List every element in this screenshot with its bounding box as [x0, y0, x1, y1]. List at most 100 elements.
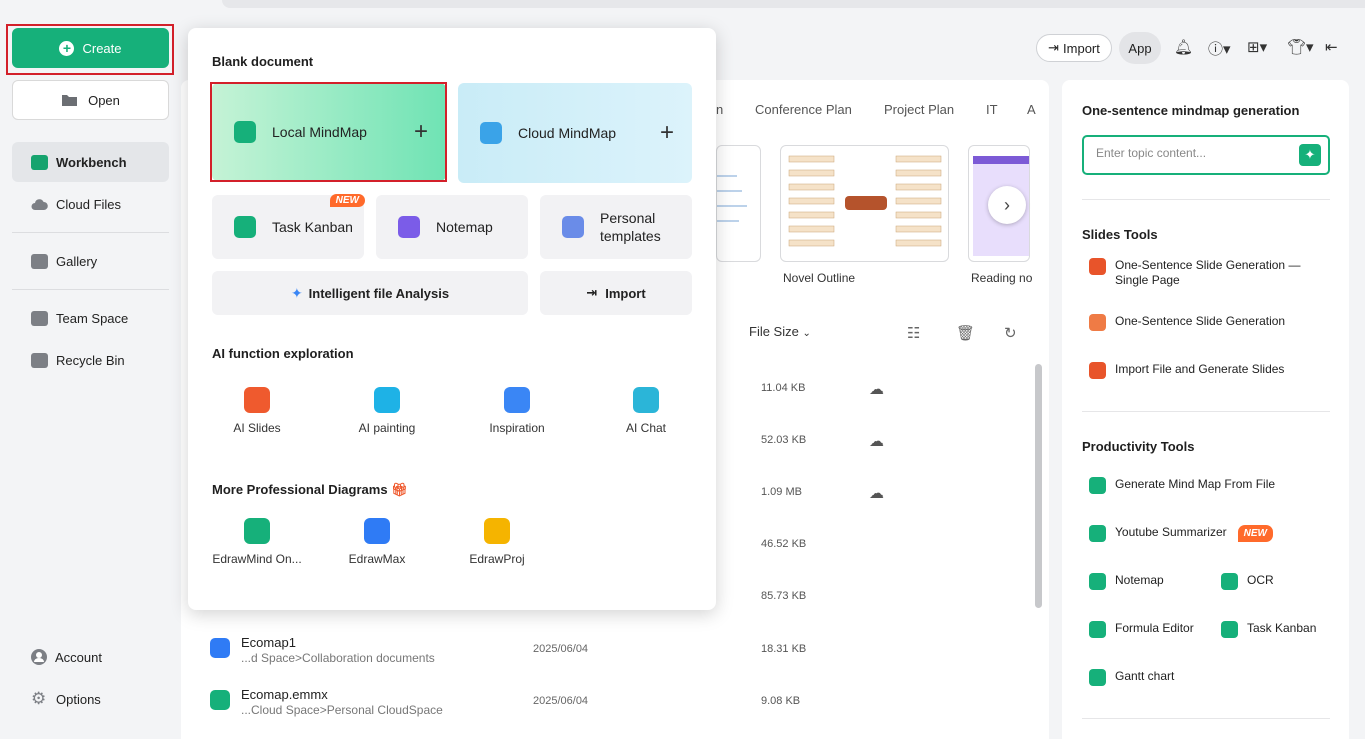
edrawmax-item[interactable]: EdrawMax [332, 518, 422, 566]
template-tab-it[interactable]: IT [986, 102, 998, 117]
tool-gantt-chart[interactable]: Gantt chart [1089, 669, 1174, 686]
refresh-icon[interactable]: ↻ [1004, 324, 1017, 342]
sparkle-generate-icon[interactable]: ✦ [1299, 144, 1321, 166]
list-view-icon[interactable]: ☷ [907, 324, 920, 342]
template-tab-conference-plan[interactable]: Conference Plan [755, 102, 852, 117]
kanban-icon [1221, 621, 1238, 638]
sidebar-item-recycle-bin[interactable]: Recycle Bin [12, 340, 169, 380]
file-date: 2025/06/04 [533, 643, 589, 655]
create-label: Create [82, 40, 122, 56]
header-import-label: Import [1063, 40, 1100, 56]
topic-input-box[interactable]: ✦ [1082, 135, 1330, 175]
personal-templates-card[interactable]: Personal templates [540, 195, 692, 259]
template-card-novel-outline[interactable] [780, 145, 949, 262]
tool-ocr[interactable]: OCR [1221, 573, 1274, 590]
trash-icon[interactable]: 🗑︎ [956, 324, 975, 342]
import-slides-icon [1089, 362, 1106, 379]
cloud-upload-icon[interactable]: ☁︎ [869, 484, 884, 502]
menu-import-button[interactable]: ⇥ Import [540, 271, 692, 315]
template-tab-more[interactable]: A [1027, 102, 1036, 117]
ai-painting-item[interactable]: AI painting [342, 387, 432, 435]
inspiration-icon [504, 387, 530, 413]
recycle-bin-icon [31, 352, 48, 368]
sidebar-item-cloud-files[interactable]: Cloud Files [12, 184, 169, 224]
inspiration-item[interactable]: Inspiration [472, 387, 562, 435]
sidebar-item-options[interactable]: ⚙ Options [12, 679, 169, 719]
sidebar-item-gallery[interactable]: Gallery [12, 241, 169, 281]
cloud-mindmap-icon [480, 122, 502, 144]
chevron-down-icon: ⌄ [802, 328, 811, 339]
ai-painting-icon [374, 387, 400, 413]
edrawmax-icon [364, 518, 390, 544]
template-tab[interactable]: n [716, 102, 723, 117]
collapse-panel-icon[interactable]: ⇤ [1325, 38, 1338, 56]
cloud-mindmap-card[interactable]: Cloud MindMap + [458, 83, 692, 183]
header-app-button[interactable]: App [1119, 32, 1161, 64]
sidebar-item-account[interactable]: Account [12, 637, 169, 677]
help-icon[interactable]: ⓘ▾ [1208, 38, 1231, 59]
tool-label: Gantt chart [1115, 669, 1175, 683]
sidebar-item-workbench[interactable]: Workbench [12, 142, 169, 182]
bell-icon[interactable]: 🔔︎ [1174, 38, 1193, 56]
tool-label: Formula Editor [1115, 621, 1194, 635]
file-path: ...Cloud Space>Personal CloudSpace [241, 703, 443, 717]
tool-import-generate-slides[interactable]: Import File and Generate Slides [1089, 362, 1284, 379]
template-tab-project-plan[interactable]: Project Plan [884, 102, 954, 117]
topic-input[interactable] [1096, 146, 1286, 160]
edrawproj-icon [484, 518, 510, 544]
chevron-right-icon[interactable]: › [988, 186, 1026, 224]
gantt-icon [1089, 669, 1106, 686]
open-label: Open [88, 92, 120, 108]
intelligent-file-analysis-button[interactable]: ✦ Intelligent file Analysis [212, 271, 528, 315]
tool-slide-single-page[interactable]: One-Sentence Slide Generation — Single P… [1089, 258, 1309, 288]
pro-item-label: EdrawMind On... [212, 552, 302, 566]
create-button[interactable]: + Create [12, 28, 169, 68]
open-button[interactable]: Open [12, 80, 169, 120]
tool-label: OCR [1247, 573, 1274, 587]
tool-generate-mindmap-from-file[interactable]: Generate Mind Map From File [1089, 477, 1275, 494]
ai-item-label: AI Slides [233, 421, 281, 435]
shirt-icon[interactable]: 👕︎▾ [1287, 38, 1314, 56]
cloud-upload-icon[interactable]: ☁︎ [869, 380, 884, 398]
sidebar-item-label: Workbench [56, 154, 127, 170]
template-card-thumbnail[interactable] [716, 145, 761, 262]
mindmap-generation-title: One-sentence mindmap generation [1082, 103, 1300, 118]
apps-grid-icon[interactable]: ⊞▾ [1247, 38, 1267, 56]
tool-notemap[interactable]: Notemap [1089, 573, 1164, 590]
tool-task-kanban[interactable]: Task Kanban [1221, 621, 1316, 638]
formula-icon [1089, 621, 1106, 638]
list-scrollbar[interactable] [1035, 364, 1042, 608]
file-size-cell: 9.08 KB [761, 695, 801, 707]
tool-youtube-summarizer[interactable]: Youtube Summarizer NEW [1089, 525, 1273, 542]
notemap-icon [398, 216, 420, 238]
edrawmind-online-item[interactable]: EdrawMind On... [212, 518, 302, 566]
header-import-button[interactable]: ⇥ Import [1036, 34, 1112, 62]
notemap-card[interactable]: Notemap [376, 195, 528, 259]
tool-formula-editor[interactable]: Formula Editor [1089, 621, 1194, 638]
sidebar-item-team-space[interactable]: Team Space [12, 298, 169, 338]
tool-slide-generation[interactable]: One-Sentence Slide Generation [1089, 314, 1285, 331]
sidebar-item-label: Gallery [56, 253, 98, 269]
edrawmind-icon [244, 518, 270, 544]
professional-diagrams-title: More Professional Diagrams 🎁︎ [212, 482, 408, 498]
sidebar-item-label: Recycle Bin [56, 352, 125, 368]
gallery-icon [31, 253, 48, 269]
new-badge: NEW [1237, 525, 1273, 542]
import-icon: ⇥ [1048, 40, 1060, 55]
file-size-cell: 18.31 KB [761, 643, 807, 655]
file-name[interactable]: Ecomap.emmx [241, 687, 328, 702]
edrawproj-item[interactable]: EdrawProj [452, 518, 542, 566]
menu-import-label: Import [605, 285, 646, 301]
sidebar-divider [12, 232, 169, 233]
cloud-upload-icon[interactable]: ☁︎ [869, 432, 884, 450]
sidebar-item-label: Account [55, 649, 102, 665]
ai-slides-item[interactable]: AI Slides [212, 387, 302, 435]
tool-label: Notemap [1115, 573, 1164, 587]
file-size-column-header[interactable]: File Size ⌄ [749, 324, 811, 339]
workbench-icon [31, 154, 48, 170]
ai-item-label: AI Chat [625, 421, 667, 435]
ai-chat-item[interactable]: AI Chat [601, 387, 691, 435]
file-name[interactable]: Ecomap1 [241, 635, 296, 650]
task-kanban-card[interactable]: Task Kanban NEW [212, 194, 365, 259]
template-label-reading-notes: Reading no [971, 271, 1033, 285]
